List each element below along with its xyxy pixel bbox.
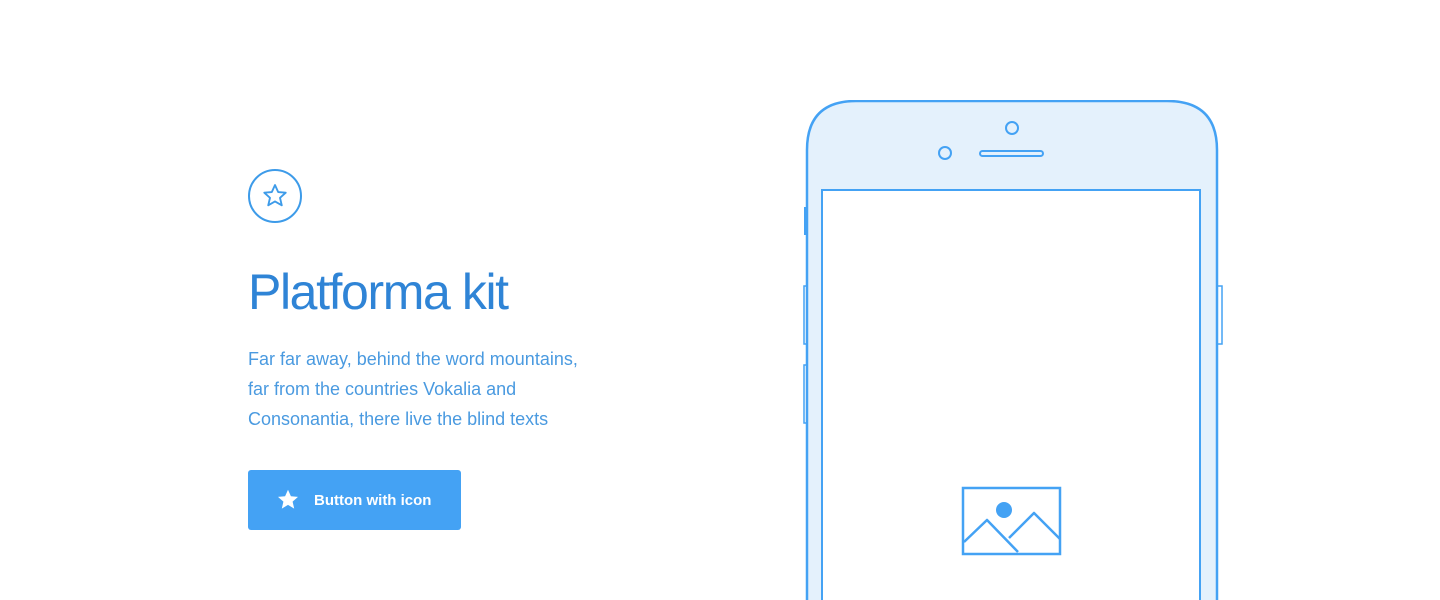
hero-section: Platforma kit Far far away, behind the w… (248, 169, 668, 530)
page-title: Platforma kit (248, 264, 509, 320)
star-icon (276, 488, 300, 512)
star-outline-icon (263, 184, 287, 207)
star-badge (248, 169, 302, 223)
description-line: far from the countries Vokalia and (248, 379, 517, 399)
description-line: Far far away, behind the word mountains, (248, 349, 578, 369)
page: Platforma kit Far far away, behind the w… (0, 0, 1440, 600)
hero-description: Far far away, behind the word mountains,… (248, 344, 628, 434)
phone-screen (821, 189, 1201, 600)
phone-mockup (803, 100, 1223, 600)
description-line: Consonantia, there live the blind texts (248, 409, 549, 429)
button-with-icon[interactable]: Button with icon (248, 470, 461, 530)
button-label: Button with icon (314, 491, 432, 509)
